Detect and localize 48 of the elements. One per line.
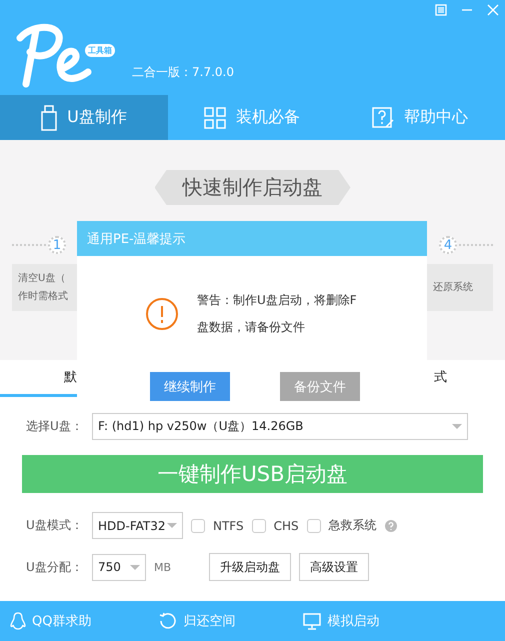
menu-icon[interactable] <box>435 4 447 16</box>
help-icon <box>372 106 394 128</box>
usb-drive-icon <box>41 104 58 130</box>
partition-label: U盘分配： <box>26 558 84 576</box>
option-label: CHS <box>274 518 299 532</box>
nav-tab[interactable]: 帮助中心 <box>336 95 504 140</box>
partition-select[interactable]: 750 <box>92 554 146 580</box>
dialog-button[interactable]: 继续制作 <box>150 372 230 401</box>
tab-label: 装机必备 <box>236 107 300 128</box>
warning-message: 警告：制作U盘启动，将删除F盘数据，请备份文件 <box>197 292 357 336</box>
option-label: 急救系统 <box>328 517 377 534</box>
drive-label: 选择U盘： <box>26 418 84 435</box>
action-button[interactable]: 升级启动盘 <box>209 553 292 581</box>
checkbox[interactable] <box>191 518 205 532</box>
close-icon[interactable] <box>487 4 499 16</box>
make-usb-button[interactable]: 一键制作USB启动盘 <box>22 455 483 493</box>
penguin-icon <box>10 612 26 630</box>
option-label: NTFS <box>213 518 244 532</box>
dialog-button[interactable]: 备份文件 <box>280 372 360 401</box>
drive-select[interactable]: F: (hd1) hp v250w（U盘）14.26GB <box>92 413 468 440</box>
unit-label: MB <box>154 560 172 574</box>
version-label: 二合一版：7.7.0.0 <box>132 64 234 81</box>
footer-link[interactable]: QQ群求助 <box>32 612 92 630</box>
dialog-title: 通用PE-温馨提示 <box>77 221 427 256</box>
tab-label: U盘制作 <box>67 107 127 128</box>
monitor-icon <box>303 612 322 630</box>
mode-select[interactable]: HDD-FAT32 <box>92 512 183 539</box>
step-text: 作时需格式 <box>18 290 69 304</box>
mode-label: U盘模式： <box>26 517 84 534</box>
footer-link[interactable]: 归还空间 <box>183 612 236 630</box>
step-text: 清空U盘（ <box>18 272 66 286</box>
mode-tab[interactable]: 式 <box>428 360 505 397</box>
nav-tab[interactable]: 装机必备 <box>168 95 336 140</box>
step-number: 4 <box>439 236 457 254</box>
warning-icon <box>145 297 179 331</box>
footer-link[interactable]: 模拟启动 <box>327 612 380 630</box>
section-banner: 快速制作启动盘 <box>154 170 350 205</box>
logo-badge: 工具箱 <box>85 44 115 57</box>
nav-tab[interactable]: U盘制作 <box>0 95 168 140</box>
checkbox[interactable] <box>252 518 266 532</box>
help-icon[interactable] <box>384 520 397 532</box>
step-text: 还原系统 <box>433 280 474 294</box>
checkbox[interactable] <box>306 518 321 532</box>
action-button[interactable]: 高级设置 <box>299 553 370 581</box>
step-number: 1 <box>48 236 66 254</box>
tab-label: 帮助中心 <box>404 107 468 128</box>
grid-icon <box>204 106 226 128</box>
restore-icon <box>159 612 178 630</box>
